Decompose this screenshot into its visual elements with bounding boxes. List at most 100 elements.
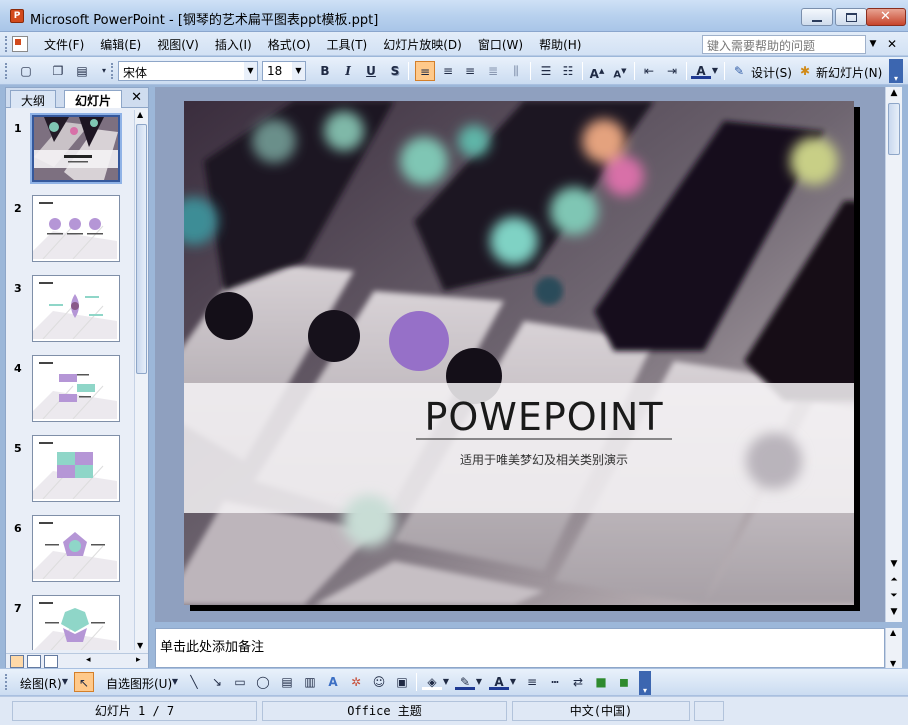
slide-thumbnail[interactable]	[32, 195, 120, 262]
slide-thumbnail[interactable]	[32, 275, 120, 342]
slide-thumbnail[interactable]	[30, 113, 122, 184]
menu-item-3[interactable]: 插入(I)	[215, 36, 252, 53]
notes-scrollbar[interactable]: ▲ ▼	[885, 628, 902, 668]
chevron-down-icon[interactable]: ▼	[60, 672, 70, 692]
font-color-icon[interactable]: A	[489, 672, 509, 690]
scroll-left-icon[interactable]: ◂	[86, 655, 91, 668]
shadow-style-icon[interactable]: ■	[591, 672, 611, 692]
chevron-down-icon[interactable]: ▼	[244, 62, 257, 80]
wordart-icon[interactable]: A	[323, 672, 343, 692]
tab-slides[interactable]: 幻灯片	[64, 90, 123, 108]
new-slide-icon[interactable]: ✱	[796, 61, 814, 81]
slide-subtitle[interactable]: 适用于唯美梦幻及相关类别演示	[414, 451, 674, 468]
toolbar-options-icon[interactable]: ▾	[639, 671, 651, 695]
slide-thumbnail-row[interactable]: 7	[6, 592, 134, 650]
minimize-button[interactable]	[801, 8, 833, 26]
design-button[interactable]: 设计(S)	[751, 64, 792, 81]
slide-scrollbar[interactable]: ▲ ▼ ⏶ ⏷ ▼	[885, 87, 902, 622]
menu-item-0[interactable]: 文件(F)	[44, 36, 84, 53]
toolbar-grip[interactable]	[5, 36, 8, 52]
chevron-down-icon[interactable]: ▼	[441, 672, 451, 692]
slide-thumbnail-row[interactable]: 5	[6, 432, 134, 512]
line-style-icon[interactable]: ≡	[522, 672, 542, 692]
slide-thumbnail[interactable]	[32, 595, 120, 650]
chevron-down-icon[interactable]: ▼	[710, 61, 720, 81]
draw-menu-button[interactable]: 绘图(R)	[20, 675, 62, 692]
slide-thumbnail[interactable]	[32, 515, 120, 582]
scrollbar-thumb[interactable]	[136, 124, 147, 374]
align-right-icon[interactable]: ≡	[460, 61, 480, 81]
close-icon[interactable]: ✕	[131, 90, 142, 105]
decrease-indent-icon[interactable]: ⇤	[639, 61, 659, 81]
shadow-button[interactable]: S	[385, 61, 405, 81]
close-button[interactable]: ✕	[866, 8, 906, 26]
menu-item-6[interactable]: 幻灯片放映(D)	[383, 36, 462, 53]
rectangle-icon[interactable]: ▭	[230, 672, 250, 692]
clipart-icon[interactable]: ☺	[369, 672, 389, 692]
slide-thumbnail-row[interactable]: 1	[6, 112, 134, 192]
scroll-down-icon[interactable]: ▼	[886, 607, 902, 617]
menu-item-8[interactable]: 帮助(H)	[539, 36, 581, 53]
align-center-icon[interactable]: ≡	[438, 61, 458, 81]
scroll-down-icon[interactable]: ▼	[886, 559, 902, 569]
oval-icon[interactable]: ◯	[253, 672, 273, 692]
slide-thumbnail-row[interactable]: 6	[6, 512, 134, 592]
scroll-down-icon[interactable]: ▼	[890, 659, 896, 668]
document-icon[interactable]	[12, 36, 28, 52]
font-size-select[interactable]: 18 ▼	[262, 61, 306, 81]
select-arrow-icon[interactable]: ↖	[74, 672, 94, 692]
new-document-icon[interactable]: ▢	[16, 61, 36, 81]
textbox-icon[interactable]: ▤	[277, 672, 297, 692]
autoshapes-button[interactable]: 自选图形(U)	[106, 675, 172, 692]
fill-color-icon[interactable]: ◈	[422, 672, 442, 690]
menu-item-5[interactable]: 工具(T)	[327, 36, 368, 53]
slide-thumbnail[interactable]	[32, 355, 120, 422]
3d-style-icon[interactable]: ◼	[614, 672, 634, 692]
paste-icon[interactable]: ▤	[72, 61, 92, 81]
tab-outline[interactable]: 大纲	[10, 90, 57, 108]
copy-icon[interactable]: ❐	[48, 61, 68, 81]
slide-thumbnail-row[interactable]: 4	[6, 352, 134, 432]
scroll-up-icon[interactable]: ▲	[137, 110, 143, 119]
toolbar-grip[interactable]	[5, 63, 8, 79]
slide-title[interactable]: POWEPOINT	[414, 395, 674, 439]
align-left-icon[interactable]: ≡	[415, 61, 435, 81]
font-color-button[interactable]: A	[691, 61, 711, 79]
italic-button[interactable]: I	[338, 61, 358, 81]
scroll-down-icon[interactable]: ▼	[137, 641, 143, 650]
distribute-icon[interactable]: ⫼	[506, 61, 526, 81]
chevron-down-icon[interactable]: ▼	[508, 672, 518, 692]
line-icon[interactable]: ╲	[184, 672, 204, 692]
underline-button[interactable]: U	[361, 61, 381, 81]
dash-style-icon[interactable]: ┅	[545, 672, 565, 692]
document-close-icon[interactable]: ✕	[880, 36, 904, 52]
toolbar-grip[interactable]	[5, 674, 8, 690]
picture-icon[interactable]: ▣	[392, 672, 412, 692]
numbering-icon[interactable]: ☰	[536, 61, 556, 81]
thumbnails-scrollbar[interactable]: ▲ ▼	[134, 110, 148, 650]
font-name-select[interactable]: 宋体 ▼	[118, 61, 258, 81]
menu-item-2[interactable]: 视图(V)	[157, 36, 199, 53]
new-slide-button[interactable]: 新幻灯片(N)	[816, 64, 882, 81]
notes-pane[interactable]: 单击此处添加备注	[155, 628, 885, 668]
arrow-icon[interactable]: ↘	[207, 672, 227, 692]
toolbar-options-icon[interactable]: ▾	[889, 59, 903, 83]
chevron-down-icon[interactable]: ▼	[292, 62, 305, 80]
bullets-icon[interactable]: ☷	[558, 61, 578, 81]
menu-item-1[interactable]: 编辑(E)	[100, 36, 141, 53]
scrollbar-thumb[interactable]	[888, 103, 900, 155]
scroll-right-icon[interactable]: ▸	[136, 655, 141, 668]
diagram-icon[interactable]: ✲	[346, 672, 366, 692]
help-search-input[interactable]: 键入需要帮助的问题	[702, 35, 866, 54]
previous-slide-icon[interactable]: ⏶	[886, 575, 902, 585]
chevron-down-icon[interactable]: ▼	[170, 672, 180, 692]
help-dropdown-icon[interactable]: ▼	[866, 35, 880, 54]
increase-font-size-icon[interactable]: A▲	[587, 61, 607, 81]
decrease-font-size-icon[interactable]: A▼	[610, 61, 630, 81]
increase-indent-icon[interactable]: ⇥	[662, 61, 682, 81]
menu-item-7[interactable]: 窗口(W)	[478, 36, 523, 53]
scroll-up-icon[interactable]: ▲	[890, 628, 896, 637]
slide-thumbnail-row[interactable]: 2	[6, 192, 134, 272]
toolbar-grip[interactable]	[111, 63, 114, 79]
line-color-icon[interactable]: ✎	[455, 672, 475, 690]
